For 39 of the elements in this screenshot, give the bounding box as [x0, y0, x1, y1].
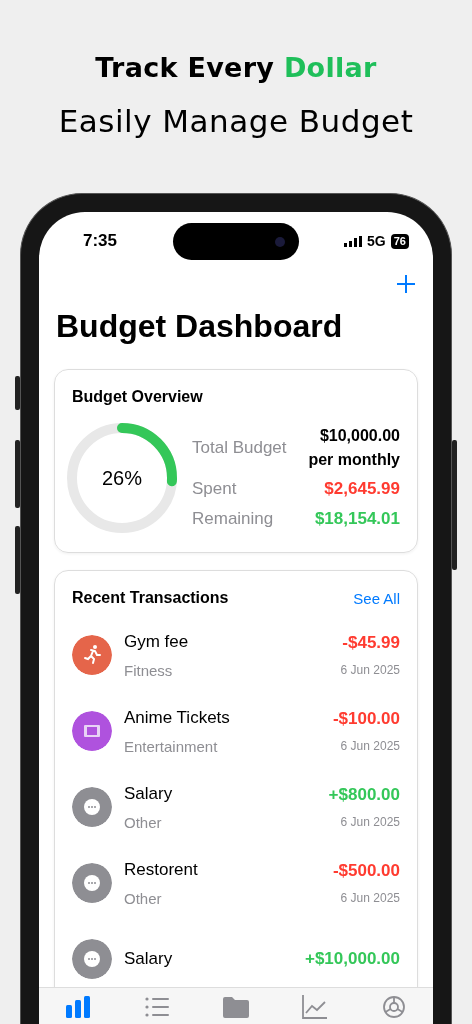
budget-value: $2,645.99 [324, 479, 400, 499]
transaction-category: Entertainment [124, 737, 219, 755]
transaction-name: Salary [124, 783, 174, 804]
transaction-amount: -$500.00 [332, 861, 400, 881]
transaction-name: Anime Tickets [124, 707, 231, 728]
subheadline: Easily Manage Budget [58, 103, 414, 139]
budget-period: per monthly [308, 451, 400, 469]
budget-label: Total Budget [192, 438, 287, 458]
transaction-name: Restorent [124, 859, 199, 880]
categories-tab[interactable] [221, 994, 251, 1020]
see-all-link[interactable]: See All [353, 589, 400, 607]
transaction-category: Fitness [124, 661, 174, 679]
headline: Track Every Dollar [95, 52, 377, 83]
transaction-category: Other [124, 889, 163, 907]
transaction-name: Salary [124, 949, 174, 969]
transaction-date: 6 Jun 2025 [340, 891, 400, 905]
budget-label: Spent [192, 479, 237, 499]
transaction-amount: -$45.99 [342, 633, 400, 653]
status-time: 7:35 [83, 231, 118, 251]
transaction-category: Other [124, 813, 163, 831]
network-label: 5G [367, 233, 386, 249]
transaction-name: Gym fee [124, 631, 190, 652]
battery-level: 76 [390, 233, 409, 249]
transaction-date: 6 Jun 2025 [340, 663, 400, 677]
transaction-date: 6 Jun 2025 [340, 739, 400, 753]
add-icon[interactable] [396, 274, 416, 294]
page-title: Budget Dashboard [56, 308, 344, 345]
transaction-amount: -$100.00 [332, 709, 400, 729]
budget-value: $18,154.01 [314, 509, 400, 529]
budget-label: Remaining [192, 509, 274, 529]
card-title: Recent Transactions [72, 589, 229, 607]
transaction-date: 6 Jun 2025 [340, 815, 400, 829]
signal-icon [344, 235, 363, 247]
analytics-tab[interactable] [299, 994, 330, 1020]
budget-value: $10,000.00 [318, 427, 400, 445]
percent-label: 26% [102, 466, 142, 490]
card-title: Budget Overview [72, 388, 204, 406]
transaction-amount: +$10,000.00 [305, 949, 400, 969]
transaction-amount: +$800.00 [328, 785, 400, 805]
